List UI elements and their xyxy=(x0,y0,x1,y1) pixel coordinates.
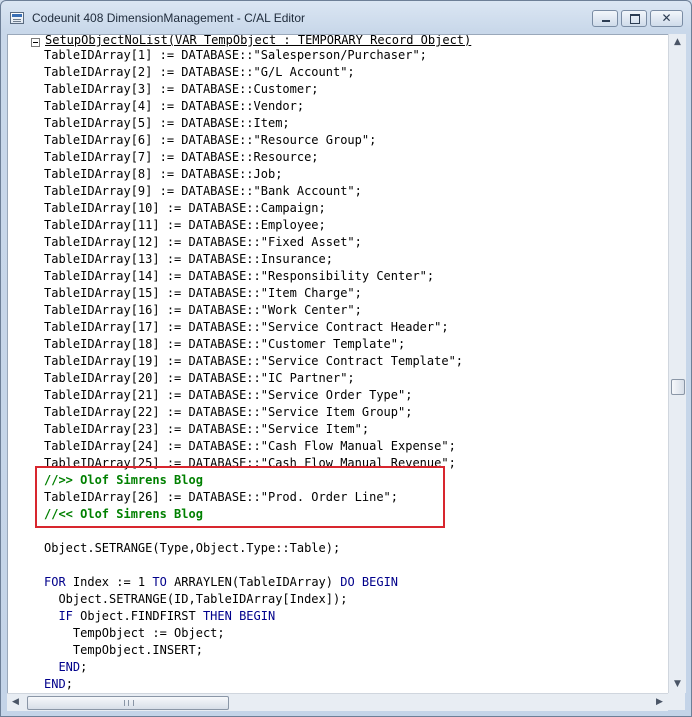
code-text: TableIDArray[22] := DATABASE::"Service I… xyxy=(44,405,413,419)
code-line: TableIDArray[12] := DATABASE::"Fixed Ass… xyxy=(44,234,362,251)
code-text: TableIDArray[23] := DATABASE::"Service I… xyxy=(44,422,370,436)
code-text: TableIDArray[8] := DATABASE::Job; xyxy=(44,167,283,181)
code-line: TableIDArray[16] := DATABASE::"Work Cent… xyxy=(44,302,362,319)
code-keyword: DO BEGIN xyxy=(340,575,399,589)
code-line: Object.SETRANGE(Type,Object.Type::Table)… xyxy=(44,540,340,557)
code-line: TempObject := Object; xyxy=(44,625,225,642)
close-button[interactable]: ✕ xyxy=(650,10,683,27)
code-line: TableIDArray[13] := DATABASE::Insurance; xyxy=(44,251,333,268)
code-text: Object.FINDFIRST xyxy=(72,609,203,623)
code-line: TableIDArray[5] := DATABASE::Item; xyxy=(44,115,290,132)
code-line: IF Object.FINDFIRST THEN BEGIN xyxy=(44,608,275,625)
arrow-down-icon[interactable]: ▼ xyxy=(669,676,686,693)
horizontal-scroll-thumb[interactable] xyxy=(27,696,229,710)
code-text: TableIDArray[16] := DATABASE::"Work Cent… xyxy=(44,303,362,317)
code-text: TableIDArray[19] := DATABASE::"Service C… xyxy=(44,354,464,368)
code-text: TableIDArray[17] := DATABASE::"Service C… xyxy=(44,320,449,334)
code-line: TempObject.INSERT; xyxy=(44,642,203,659)
code-line: TableIDArray[19] := DATABASE::"Service C… xyxy=(44,353,463,370)
code-text: Object.SETRANGE(Type,Object.Type::Table)… xyxy=(44,541,341,555)
code-text: Object.SETRANGE(ID,TableIDArray[Index]); xyxy=(44,592,348,606)
code-line: TableIDArray[15] := DATABASE::"Item Char… xyxy=(44,285,362,302)
code-line: TableIDArray[21] := DATABASE::"Service O… xyxy=(44,387,412,404)
code-text: TableIDArray[5] := DATABASE::Item; xyxy=(44,116,290,130)
cal-editor-icon xyxy=(10,12,24,24)
window-title: Codeunit 408 DimensionManagement - C/AL … xyxy=(32,11,306,25)
code-text: TableIDArray[18] := DATABASE::"Customer … xyxy=(44,337,406,351)
code-line: TableIDArray[24] := DATABASE::"Cash Flow… xyxy=(44,438,456,455)
horizontal-scrollbar[interactable]: ◀ ▶ xyxy=(7,693,668,711)
vertical-scrollbar[interactable]: ▲ ▼ xyxy=(668,34,686,693)
code-keyword: END xyxy=(58,660,81,674)
maximize-button[interactable] xyxy=(621,10,647,27)
scrollbar-corner xyxy=(668,693,685,710)
code-line: TableIDArray[18] := DATABASE::"Customer … xyxy=(44,336,405,353)
code-text: TableIDArray[20] := DATABASE::"IC Partne… xyxy=(44,371,355,385)
code-line: TableIDArray[17] := DATABASE::"Service C… xyxy=(44,319,449,336)
code-text: TableIDArray[6] := DATABASE::"Resource G… xyxy=(44,133,377,147)
code-line: TableIDArray[9] := DATABASE::"Bank Accou… xyxy=(44,183,362,200)
code-line: Object.SETRANGE(ID,TableIDArray[Index]); xyxy=(44,591,347,608)
code-text: TableIDArray[1] := DATABASE::"Salesperso… xyxy=(44,48,427,62)
code-text: TableIDArray[14] := DATABASE::"Responsib… xyxy=(44,269,435,283)
code-line: END; xyxy=(44,659,87,676)
code-text: TableIDArray[2] := DATABASE::"G/L Accoun… xyxy=(44,65,355,79)
code-line: TableIDArray[7] := DATABASE::Resource; xyxy=(44,149,319,166)
code-line: TableIDArray[23] := DATABASE::"Service I… xyxy=(44,421,369,438)
code-text: ; xyxy=(65,677,73,691)
code-text: TempObject.INSERT; xyxy=(44,643,203,657)
code-text: Index := 1 xyxy=(65,575,153,589)
code-text: TableIDArray[21] := DATABASE::"Service O… xyxy=(44,388,413,402)
arrow-left-icon[interactable]: ◀ xyxy=(7,694,24,711)
code-keyword: IF xyxy=(58,609,73,623)
code-text: TableIDArray[10] := DATABASE::Campaign; xyxy=(44,201,326,215)
code-text: ; xyxy=(80,660,88,674)
code-line: END; xyxy=(44,676,73,693)
code-line: TableIDArray[20] := DATABASE::"IC Partne… xyxy=(44,370,355,387)
code-keyword: TO xyxy=(152,575,167,589)
code-keyword: FOR xyxy=(44,575,66,589)
code-text: TableIDArray[24] := DATABASE::"Cash Flow… xyxy=(44,439,456,453)
vertical-scroll-thumb[interactable] xyxy=(671,379,685,395)
code-editor[interactable]: SetupObjectNoList(VAR TempObject : TEMPO… xyxy=(7,34,670,695)
highlight-box xyxy=(35,466,445,528)
code-line: TableIDArray[14] := DATABASE::"Responsib… xyxy=(44,268,434,285)
code-text: TableIDArray[15] := DATABASE::"Item Char… xyxy=(44,286,362,300)
code-text: TableIDArray[11] := DATABASE::Employee; xyxy=(44,218,326,232)
code-text: TableIDArray[12] := DATABASE::"Fixed Ass… xyxy=(44,235,362,249)
code-keyword: END xyxy=(44,677,66,691)
minimize-button[interactable] xyxy=(592,10,618,27)
code-text: TableIDArray[4] := DATABASE::Vendor; xyxy=(44,99,305,113)
code-line: TableIDArray[8] := DATABASE::Job; xyxy=(44,166,282,183)
grip-icon xyxy=(124,700,134,706)
code-line: TableIDArray[2] := DATABASE::"G/L Accoun… xyxy=(44,64,355,81)
code-line: TableIDArray[6] := DATABASE::"Resource G… xyxy=(44,132,376,149)
code-text: TableIDArray[7] := DATABASE::Resource; xyxy=(44,150,319,164)
code-text: ARRAYLEN(TableIDArray) xyxy=(166,575,341,589)
code-line: TableIDArray[10] := DATABASE::Campaign; xyxy=(44,200,326,217)
code-line: TableIDArray[4] := DATABASE::Vendor; xyxy=(44,98,304,115)
collapse-minus-icon[interactable] xyxy=(31,38,40,47)
arrow-right-icon[interactable]: ▶ xyxy=(651,694,668,711)
code-line: TableIDArray[11] := DATABASE::Employee; xyxy=(44,217,326,234)
code-keyword: THEN BEGIN xyxy=(202,609,276,623)
code-text: TempObject := Object; xyxy=(44,626,225,640)
arrow-up-icon[interactable]: ▲ xyxy=(669,34,686,51)
title-bar[interactable]: Codeunit 408 DimensionManagement - C/AL … xyxy=(1,1,691,35)
code-line: TableIDArray[1] := DATABASE::"Salesperso… xyxy=(44,47,427,64)
close-icon: ✕ xyxy=(661,11,672,25)
code-text: TableIDArray[3] := DATABASE::Customer; xyxy=(44,82,319,96)
code-line: TableIDArray[3] := DATABASE::Customer; xyxy=(44,81,319,98)
code-text: TableIDArray[9] := DATABASE::"Bank Accou… xyxy=(44,184,362,198)
code-text: TableIDArray[13] := DATABASE::Insurance; xyxy=(44,252,333,266)
code-line: FOR Index := 1 TO ARRAYLEN(TableIDArray)… xyxy=(44,574,398,591)
code-line: TableIDArray[22] := DATABASE::"Service I… xyxy=(44,404,412,421)
